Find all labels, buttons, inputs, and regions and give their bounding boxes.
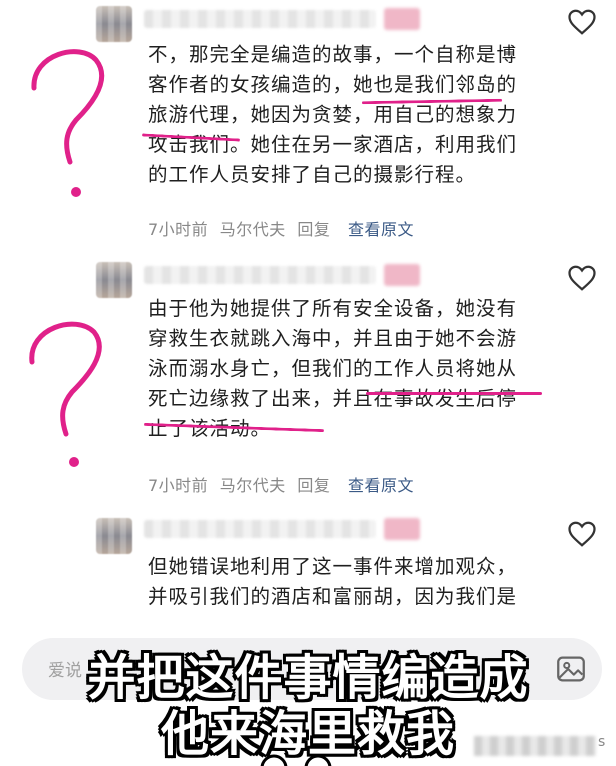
comment-body: 不，那完全是编造的故事，一个自称是博 客作者的女孩编造的，她也是我们邻岛的 旅游… xyxy=(148,43,518,186)
username-blurred[interactable] xyxy=(144,520,376,538)
username-blurred[interactable] xyxy=(144,266,376,284)
user-badge-blurred xyxy=(384,518,420,540)
comment-meta: 7小时前 马尔代夫 回复 查看原文 xyxy=(148,472,420,496)
comment-body: 但她错误地利用了这一事件来增加观众， 并吸引我们的酒店和富丽胡，因为我们是 xyxy=(148,555,518,608)
reply-button[interactable]: 回复 xyxy=(297,220,330,239)
heart-outline-icon[interactable] xyxy=(567,520,597,548)
caption-line-1: 并把这件事情编造成 xyxy=(87,650,529,706)
comment-meta: 7小时前 马尔代夫 回复 查看原文 xyxy=(148,216,420,240)
watermark-blurred xyxy=(474,736,596,756)
heart-outline-icon[interactable] xyxy=(567,8,597,36)
reply-button[interactable]: 回复 xyxy=(297,476,330,495)
highlight-underline xyxy=(366,392,542,395)
comment-time: 7小时前 xyxy=(148,476,209,495)
comment-time: 7小时前 xyxy=(148,220,209,239)
avatar[interactable] xyxy=(96,262,132,298)
question-mark-scribble xyxy=(29,321,102,467)
username-blurred[interactable] xyxy=(144,10,376,28)
comment-location: 马尔代夫 xyxy=(219,220,286,239)
avatar[interactable] xyxy=(96,518,132,554)
user-badge-blurred xyxy=(384,8,420,30)
view-original-link[interactable]: 查看原文 xyxy=(348,476,414,495)
user-badge-blurred xyxy=(384,264,420,286)
watermark-mark: s xyxy=(598,734,606,750)
partial-emoji xyxy=(260,754,332,766)
comment-body: 由于他为她提供了所有安全设备，她没有 穿救生衣就跳入海中，并且由于她不会游 泳而… xyxy=(148,297,518,440)
comment-location: 马尔代夫 xyxy=(219,476,286,495)
heart-outline-icon[interactable] xyxy=(567,264,597,292)
view-original-link[interactable]: 查看原文 xyxy=(348,220,414,239)
question-mark-scribble xyxy=(31,49,105,197)
